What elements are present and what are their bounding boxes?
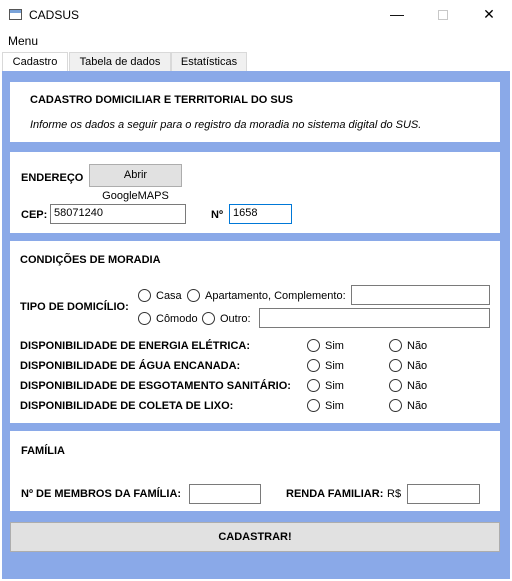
maximize-button[interactable] [420, 0, 466, 30]
income-label: RENDA FAMILIAR: [286, 488, 384, 500]
radio-outro[interactable] [202, 312, 215, 325]
energia-label: DISPONIBILIDADE DE ENERGIA ELÉTRICA: [20, 340, 250, 352]
members-input[interactable] [189, 484, 261, 504]
agua-sim-label: Sim [325, 360, 344, 372]
members-label: Nº DE MEMBROS DA FAMÍLIA: [21, 488, 182, 500]
esgoto-sim-label: Sim [325, 380, 344, 392]
radio-energia-sim[interactable] [307, 339, 320, 352]
page-title: CADASTRO DOMICILIAR E TERRITORIAL DO SUS [30, 94, 293, 106]
radio-apartamento[interactable] [187, 289, 200, 302]
radio-esgoto-nao[interactable] [389, 379, 402, 392]
numero-label: Nº [211, 209, 223, 221]
endereco-label: ENDEREÇO [21, 172, 84, 184]
radio-apartamento-label: Apartamento, Complemento: [205, 290, 346, 302]
minimize-button[interactable]: — [374, 0, 420, 30]
tab-cadastro[interactable]: Cadastro [2, 52, 68, 72]
cep-label: CEP: [21, 209, 48, 221]
radio-outro-label: Outro: [220, 313, 251, 325]
radio-lixo-nao[interactable] [389, 399, 402, 412]
lixo-nao-label: Não [407, 400, 428, 412]
esgoto-nao-label: Não [407, 380, 428, 392]
open-googlemaps-button[interactable]: Abrir GoogleMAPS [89, 164, 182, 202]
cadastro-content: CADASTRO DOMICILIAR E TERRITORIAL DO SUS… [2, 71, 510, 579]
cadastrar-button[interactable]: CADASTRAR! [10, 522, 500, 552]
title-bar: CADSUS — ✕ [0, 0, 512, 30]
radio-casa[interactable] [138, 289, 151, 302]
tipo-domicilio-label: TIPO DE DOMICÍLIO: [20, 301, 129, 313]
lixo-sim-label: Sim [325, 400, 344, 412]
outro-input[interactable] [259, 308, 490, 328]
complemento-input[interactable] [351, 285, 490, 305]
maximize-icon [438, 10, 448, 21]
menu-item[interactable]: Menu [8, 34, 38, 48]
esgoto-label: DISPONIBILIDADE DE ESGOTAMENTO SANITÁRIO… [20, 380, 291, 392]
energia-nao-label: Não [407, 340, 428, 352]
numero-input[interactable]: 1658 [229, 204, 292, 224]
lixo-label: DISPONIBILIDADE DE COLETA DE LIXO: [20, 400, 234, 412]
radio-lixo-sim[interactable] [307, 399, 320, 412]
agua-nao-label: Não [407, 360, 428, 372]
radio-energia-nao[interactable] [389, 339, 402, 352]
housing-section-title: CONDIÇÕES DE MORADIA [20, 254, 161, 266]
radio-agua-nao[interactable] [389, 359, 402, 372]
page-subtitle: Informe os dados a seguir para o registr… [30, 119, 422, 131]
close-button[interactable]: ✕ [466, 0, 512, 30]
family-panel: FAMÍLIA Nº DE MEMBROS DA FAMÍLIA: RENDA … [10, 431, 500, 511]
housing-panel: CONDIÇÕES DE MORADIA TIPO DE DOMICÍLIO: … [10, 241, 500, 423]
menu-bar: Menu [0, 32, 512, 50]
radio-esgoto-sim[interactable] [307, 379, 320, 392]
cep-input[interactable]: 58071240 [50, 204, 186, 224]
family-section-title: FAMÍLIA [21, 445, 65, 457]
window-title: CADSUS [29, 8, 80, 22]
radio-agua-sim[interactable] [307, 359, 320, 372]
address-panel: ENDEREÇO Abrir GoogleMAPS CEP: 58071240 … [10, 152, 500, 233]
tab-estatisticas[interactable]: Estatísticas [171, 52, 247, 71]
radio-comodo-label: Cômodo [156, 313, 198, 325]
radio-casa-label: Casa [156, 290, 182, 302]
radio-comodo[interactable] [138, 312, 151, 325]
energia-sim-label: Sim [325, 340, 344, 352]
currency-label: R$ [387, 488, 402, 500]
tab-bar: Cadastro Tabela de dados Estatísticas [2, 52, 512, 72]
income-input[interactable] [407, 484, 480, 504]
agua-label: DISPONIBILIDADE DE ÁGUA ENCANADA: [20, 360, 241, 372]
header-panel: CADASTRO DOMICILIAR E TERRITORIAL DO SUS… [10, 82, 500, 142]
tab-tabela-de-dados[interactable]: Tabela de dados [69, 52, 171, 71]
app-icon [9, 9, 22, 20]
